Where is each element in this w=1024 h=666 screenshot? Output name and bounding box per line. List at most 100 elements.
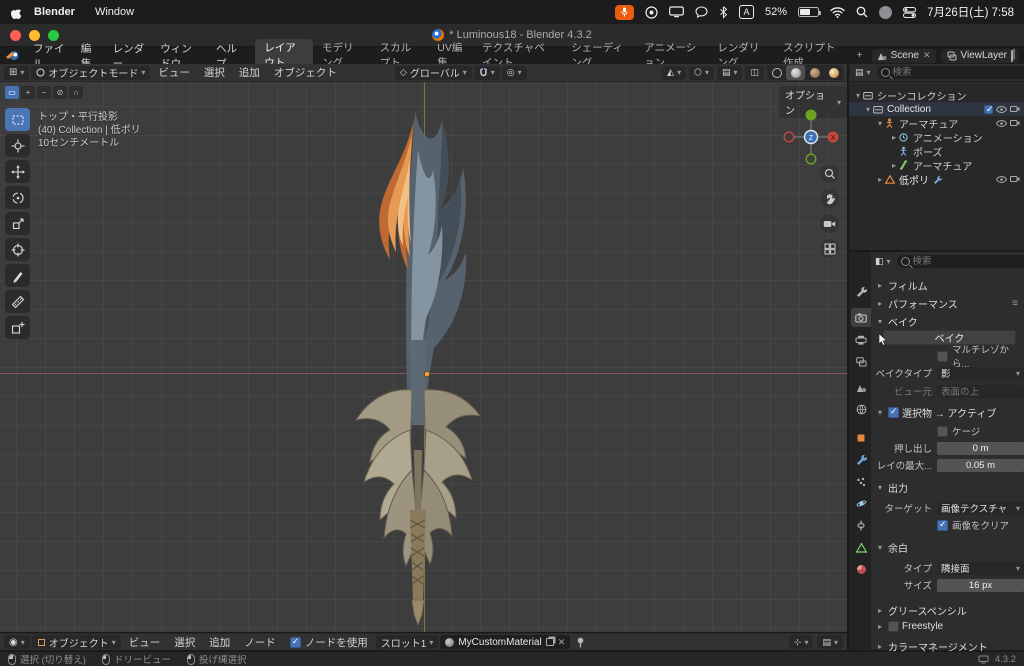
extrusion-value-field[interactable]: 0 m: [937, 442, 1024, 455]
proportional-editing-button[interactable]: ◎▾: [502, 66, 527, 80]
viewport-menu-select[interactable]: 選択: [198, 65, 231, 80]
tab-constraint-properties[interactable]: [851, 516, 871, 535]
use-nodes-toggle[interactable]: ノードを使用: [284, 635, 374, 650]
transform-orientation-dropdown[interactable]: ◇ グローバル▾: [395, 66, 472, 80]
wifi-icon[interactable]: [830, 7, 845, 18]
properties-search-input[interactable]: [897, 255, 1024, 268]
max-ray-value-field[interactable]: 0.05 m: [937, 459, 1024, 472]
outliner-row-pose[interactable]: ポーズ: [849, 144, 1024, 158]
shader-menu-select[interactable]: 選択: [168, 635, 201, 650]
viewport-menu-object[interactable]: オブジェクト: [268, 65, 343, 80]
zoom-window-button[interactable]: [48, 30, 59, 41]
expander-icon[interactable]: ▾: [875, 119, 885, 128]
transform-tool[interactable]: [5, 238, 30, 261]
subpanel-output[interactable]: ▾出力: [875, 480, 908, 495]
scene-unlink-icon[interactable]: ✕: [923, 50, 931, 61]
add-workspace-button[interactable]: +: [847, 48, 871, 63]
panel-performance[interactable]: ▸パフォーマンス ≡: [875, 296, 1018, 311]
collection-exclude-checkbox[interactable]: [984, 105, 993, 114]
scale-tool[interactable]: [5, 212, 30, 235]
measure-tool[interactable]: [5, 290, 30, 313]
sword-object[interactable]: [330, 90, 500, 630]
mic-status-icon[interactable]: [615, 5, 634, 20]
select-extend-mode-button[interactable]: +: [21, 86, 35, 99]
expander-icon[interactable]: ▸: [875, 175, 885, 184]
snap-toggle-button[interactable]: ▾: [474, 66, 500, 80]
bluetooth-icon[interactable]: [719, 6, 728, 19]
outliner-row-armature[interactable]: ▾ アーマチュア: [849, 116, 1024, 130]
tab-material-properties[interactable]: [851, 560, 871, 579]
tab-render-properties[interactable]: [851, 308, 871, 327]
expander-icon[interactable]: ▸: [889, 133, 899, 142]
shading-wireframe-button[interactable]: [767, 65, 786, 80]
target-dropdown[interactable]: 画像テクスチャ▾: [937, 502, 1024, 515]
tab-physics-properties[interactable]: [851, 494, 871, 513]
eye-icon[interactable]: [996, 106, 1007, 113]
from-multires-checkbox[interactable]: [937, 351, 948, 362]
outliner-row-collection[interactable]: ▾ Collection: [849, 102, 1024, 116]
shading-rendered-button[interactable]: [824, 65, 843, 80]
outliner-row-scene-collection[interactable]: ▾ シーンコレクション: [849, 88, 1024, 102]
select-invert-mode-button[interactable]: ⊘: [53, 86, 67, 99]
material-copy-icon[interactable]: [546, 638, 554, 646]
camera-render-icon[interactable]: [1010, 105, 1020, 113]
camera-render-icon[interactable]: [1010, 175, 1020, 183]
outliner-row-armature-data[interactable]: ▸ アーマチュア: [849, 158, 1024, 172]
view-from-dropdown[interactable]: 表面の上: [937, 385, 1024, 398]
pin-icon[interactable]: [572, 637, 589, 648]
margin-size-field[interactable]: 16 px: [937, 579, 1024, 592]
material-slot-dropdown[interactable]: スロット1▾: [376, 635, 439, 649]
select-subtract-mode-button[interactable]: −: [37, 86, 51, 99]
outliner-row-lowpoly[interactable]: ▸ 低ポリ: [849, 172, 1024, 186]
tab-world-properties[interactable]: [851, 400, 871, 419]
shader-menu-node[interactable]: ノード: [238, 635, 282, 650]
tab-scene-properties[interactable]: [851, 378, 871, 397]
outliner-row-animation[interactable]: ▸ アニメーション: [849, 130, 1024, 144]
panel-film[interactable]: ▸フィルム: [875, 278, 928, 293]
add-cube-tool[interactable]: [5, 316, 30, 339]
properties-editor-type-dropdown[interactable]: ◧▾: [873, 256, 893, 267]
shading-material-button[interactable]: [805, 65, 824, 80]
zoom-button[interactable]: [820, 164, 839, 183]
gizmo-y-axis-ball[interactable]: [806, 110, 817, 121]
viewport-menu-add[interactable]: 追加: [233, 65, 266, 80]
select-box-tool[interactable]: [5, 108, 30, 131]
tab-particle-properties[interactable]: [851, 472, 871, 491]
select-set-mode-button[interactable]: ▭: [5, 86, 19, 99]
subpanel-margin[interactable]: ▾余白: [875, 540, 908, 555]
eye-icon[interactable]: [996, 120, 1007, 127]
camera-render-icon[interactable]: [1010, 119, 1020, 127]
material-name-field[interactable]: MyCustomMaterial ✕: [440, 635, 570, 649]
tab-modifier-properties[interactable]: [851, 450, 871, 469]
annotate-tool[interactable]: [5, 264, 30, 287]
apple-icon[interactable]: [10, 6, 22, 19]
expander-icon[interactable]: ▾: [863, 105, 873, 114]
navigation-gizmo[interactable]: X Z: [782, 108, 840, 166]
shutter-icon[interactable]: [645, 6, 658, 19]
tab-output-properties[interactable]: [851, 330, 871, 349]
tab-data-properties[interactable]: [851, 538, 871, 557]
cage-checkbox[interactable]: [937, 426, 948, 437]
tab-viewlayer-properties[interactable]: [851, 352, 871, 371]
gizmo-x-neg-ball[interactable]: [784, 132, 794, 142]
shader-snap-button[interactable]: ⊹▾: [789, 635, 814, 649]
search-icon[interactable]: [856, 6, 868, 18]
menubar-app-name[interactable]: Blender: [26, 6, 83, 18]
material-unlink-icon[interactable]: ✕: [558, 637, 566, 648]
input-source-icon[interactable]: A: [739, 5, 754, 19]
ortho-grid-button[interactable]: [820, 239, 839, 258]
shader-overlays-button[interactable]: ▤▾: [817, 635, 843, 649]
editor-type-dropdown[interactable]: ⊞▾: [4, 66, 29, 80]
from-multires-row[interactable]: マルチレゾから...: [875, 349, 1024, 363]
shader-editor-type-dropdown[interactable]: ◉▾: [4, 635, 30, 649]
camera-view-button[interactable]: [820, 214, 839, 233]
menubar-datetime[interactable]: 7月26日(土) 7:58: [927, 4, 1014, 20]
minimize-window-button[interactable]: [29, 30, 40, 41]
blender-menu-icon[interactable]: [0, 50, 25, 61]
outliner-search-input[interactable]: [877, 66, 1024, 79]
use-nodes-checkbox[interactable]: [290, 637, 301, 648]
panel-grease-pencil[interactable]: ▸グリースペンシル: [875, 603, 967, 618]
selected-to-active-checkbox[interactable]: [888, 407, 899, 418]
menubar-window-menu[interactable]: Window: [87, 6, 142, 18]
close-window-button[interactable]: [10, 30, 21, 41]
